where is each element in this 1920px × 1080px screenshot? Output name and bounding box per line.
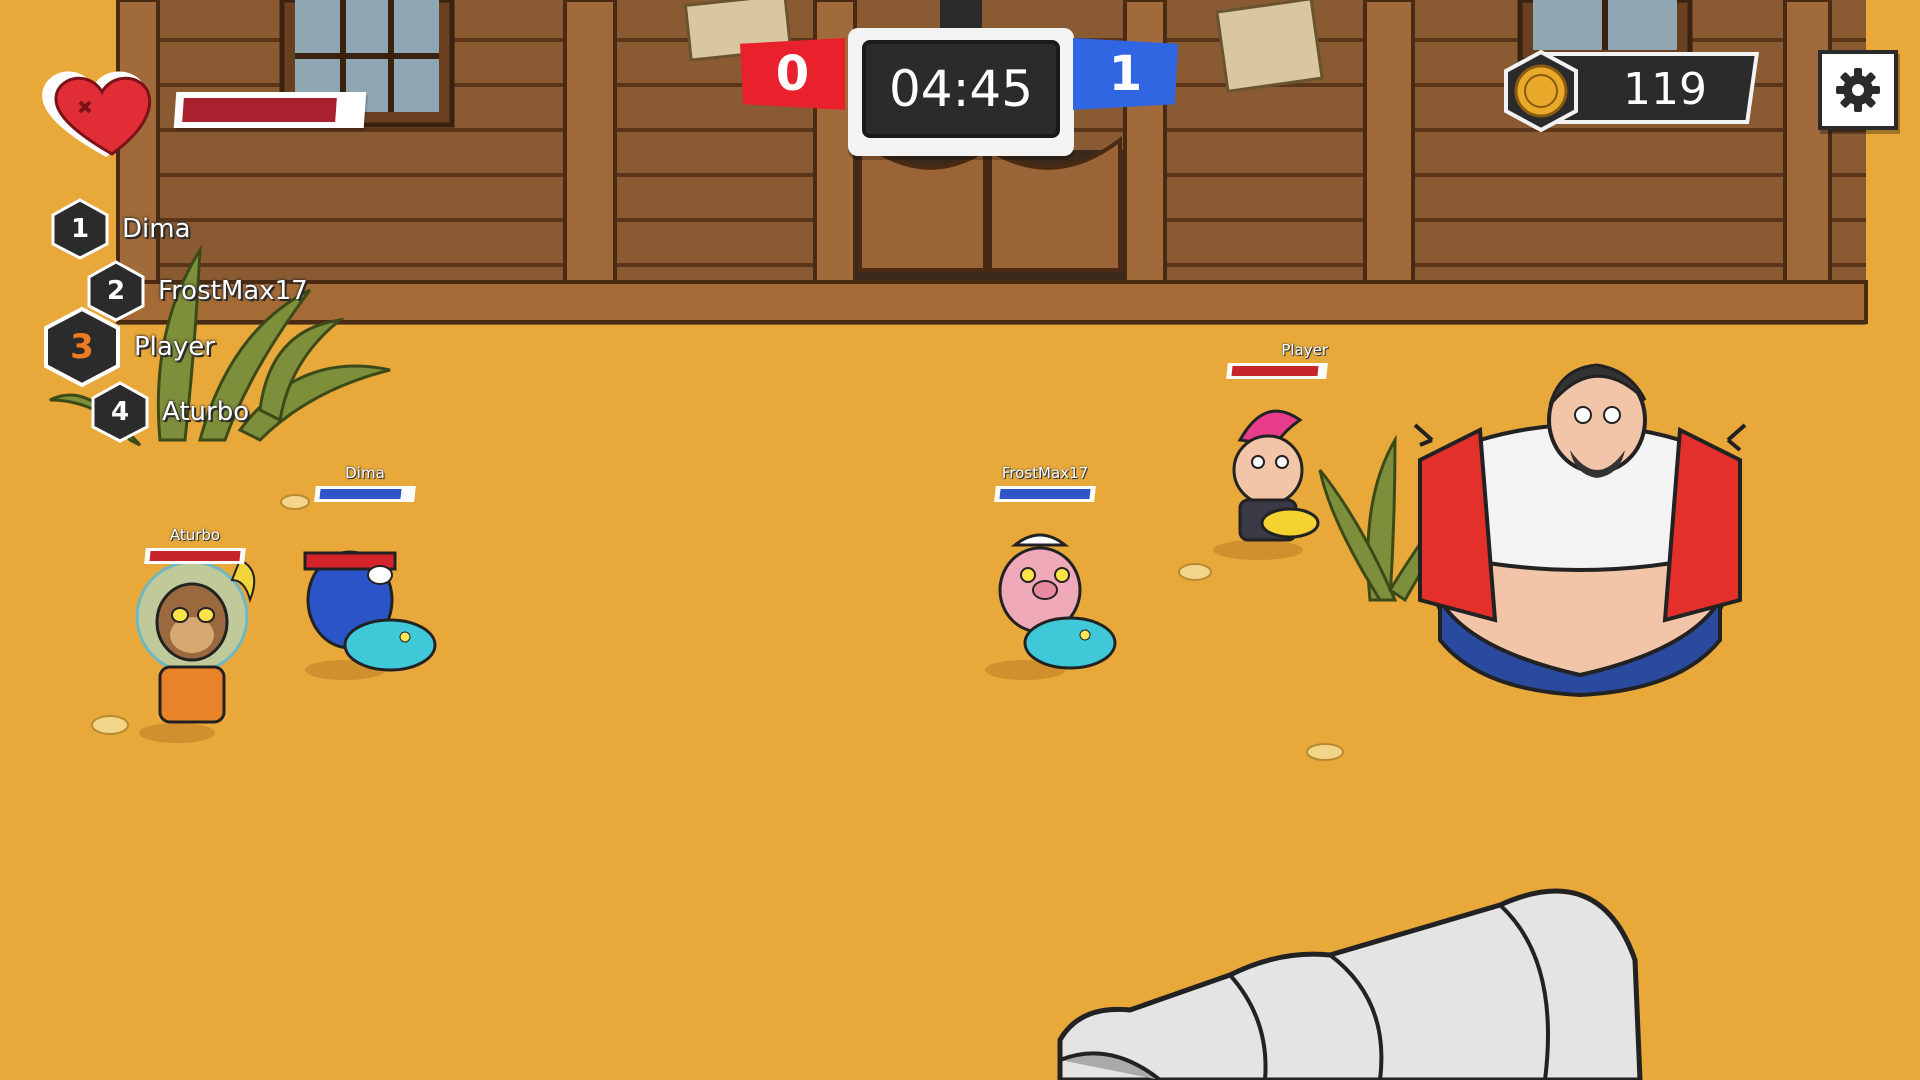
coin-icon (1504, 50, 1578, 132)
leaderboard-row-1: 1 Dima (50, 198, 191, 260)
blue-team-score: 1 (1073, 38, 1178, 110)
player-tag-dima: Dima (310, 464, 420, 502)
player-tag-player: Player (1222, 341, 1332, 379)
leaderboard-name: Aturbo (162, 397, 250, 427)
player-health-fill (149, 551, 241, 561)
leaderboard-rank: 4 (110, 397, 130, 427)
health-bar (173, 92, 367, 128)
red-team-score: 0 (740, 38, 845, 110)
player-health-fill (1231, 366, 1319, 376)
player-health-fill (319, 489, 402, 499)
leaderboard-rank: 1 (70, 214, 90, 244)
player-health-fill (999, 489, 1091, 499)
player-name: Aturbo (169, 526, 221, 544)
heart-icon (42, 71, 152, 157)
match-timer: 04:45 (848, 0, 1074, 156)
coin-count: 119 (1623, 63, 1707, 115)
leaderboard-row-3: 3 Player (42, 306, 215, 388)
game-scene (0, 0, 1920, 1080)
gear-icon (1836, 68, 1880, 112)
player-tag-frostmax17: FrostMax17 (990, 464, 1100, 502)
timer-text: 04:45 (862, 40, 1060, 138)
settings-button[interactable] (1818, 50, 1898, 130)
health-bar-fill (182, 98, 337, 122)
coin-counter: 119 (1500, 50, 1760, 132)
leaderboard-name: Player (134, 332, 215, 362)
leaderboard-name: Dima (122, 214, 191, 244)
player-tag-aturbo: Aturbo (140, 526, 250, 564)
player-name: FrostMax17 (1001, 464, 1089, 482)
leaderboard-name: FrostMax17 (158, 276, 308, 306)
leaderboard-row-4: 4 Aturbo (90, 381, 249, 443)
player-health (40, 62, 367, 162)
player-name: Dima (345, 464, 385, 482)
player-name: Player (1281, 341, 1328, 359)
leaderboard-rank: 3 (70, 327, 94, 367)
